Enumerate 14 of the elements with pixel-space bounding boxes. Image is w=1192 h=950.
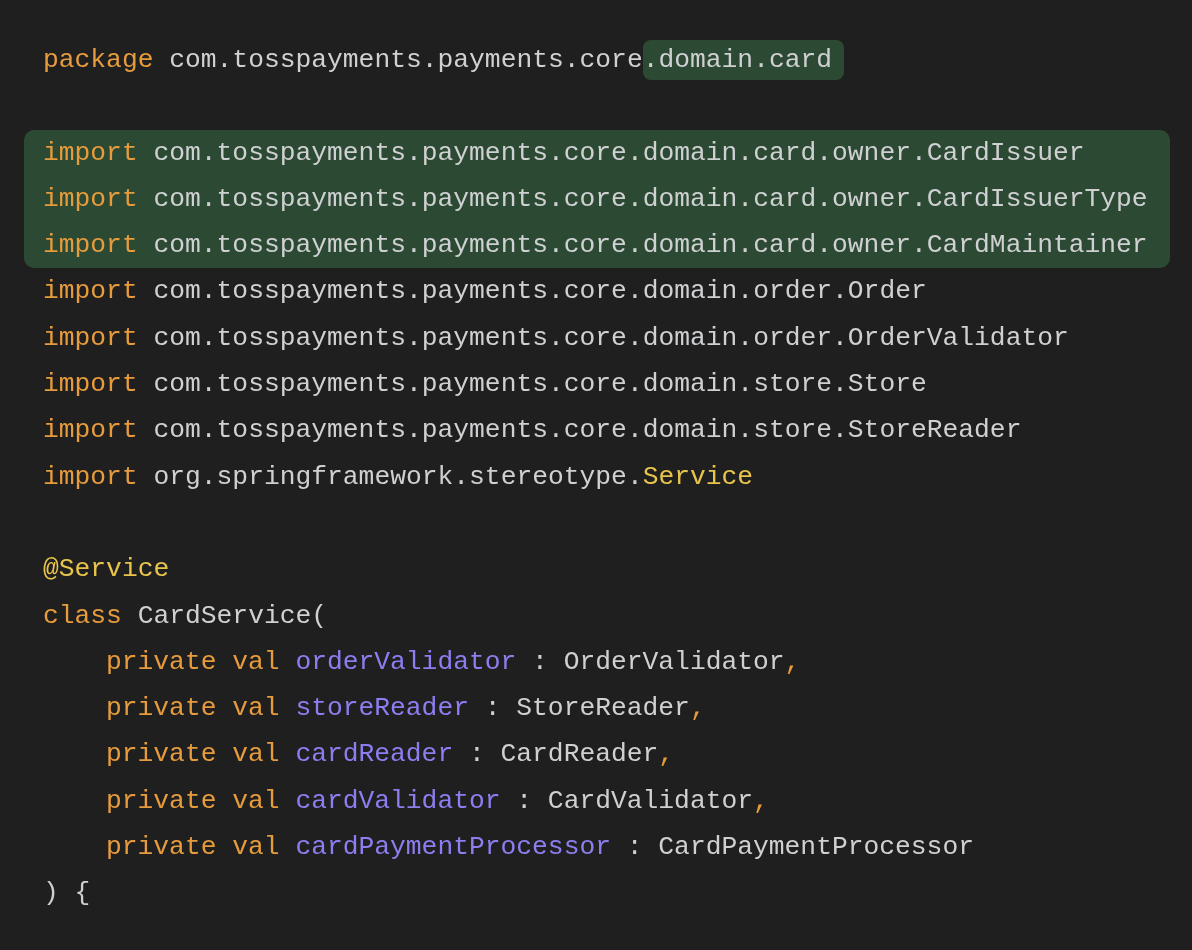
code-line: private val storeReader : StoreReader, — [105, 692, 706, 726]
code-line: private val orderValidator : OrderValidator, — [105, 645, 801, 679]
code-line: package com.tosspayments.payments.core.domain.card — [24, 37, 845, 84]
code-line: import com.tosspayments.payments.core.domain.order.OrderValidator — [42, 321, 1069, 355]
code-line: import com.tosspayments.payments.core.domain.order.Order — [42, 275, 927, 309]
code-line: import org.springframework.stereotype.Service — [42, 460, 754, 494]
code-line: class CardService( — [42, 599, 328, 633]
code-line: ) { — [42, 877, 91, 911]
code-line: private val cardValidator : CardValidator, — [105, 784, 769, 818]
code-line: private val cardPaymentProcessor : CardPaymentProcessor — [105, 831, 974, 865]
code-line: private val cardReader : CardReader, — [105, 738, 675, 772]
code-line: import com.tosspayments.payments.core.domain.store.Store — [42, 368, 927, 402]
code-line: @Service — [42, 553, 170, 587]
code-line: import com.tosspayments.payments.core.domain.store.StoreReader — [42, 414, 1022, 448]
